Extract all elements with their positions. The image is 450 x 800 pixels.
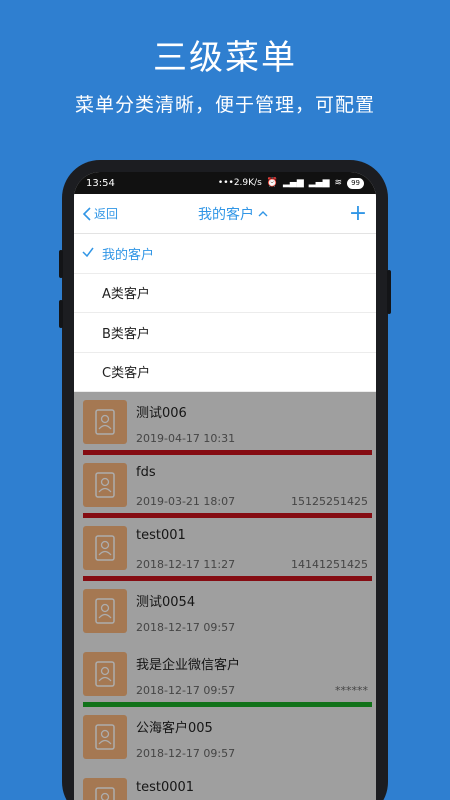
dropdown-item-label: A类客户 bbox=[102, 287, 150, 303]
status-bar: 13:54 •••2.9K/s ⏰ ▂▄▆ ▂▄▆ ≋ 99 bbox=[74, 172, 376, 194]
nav-title: 我的客户 bbox=[198, 206, 254, 223]
dropdown-item-c-customers[interactable]: C类客户 bbox=[74, 353, 376, 392]
category-dropdown: 我的客户 A类客户 B类客户 C类客户 bbox=[74, 234, 376, 392]
dropdown-item-my-customers[interactable]: 我的客户 bbox=[74, 234, 376, 274]
dropdown-item-label: B类客户 bbox=[102, 326, 150, 342]
phone-screen: 13:54 •••2.9K/s ⏰ ▂▄▆ ▂▄▆ ≋ 99 返回 我的客户 +… bbox=[74, 172, 376, 800]
chevron-left-icon bbox=[82, 206, 91, 221]
phone-volume-button bbox=[59, 250, 63, 278]
battery-icon: 99 bbox=[347, 177, 364, 189]
back-button[interactable]: 返回 bbox=[82, 205, 118, 222]
status-time: 13:54 bbox=[86, 177, 115, 189]
signal-icon: ▂▄▆ bbox=[308, 178, 330, 188]
add-button[interactable]: + bbox=[348, 200, 368, 226]
dropdown-item-label: C类客户 bbox=[102, 366, 151, 382]
promo-subtitle: 菜单分类清晰，便于管理，可配置 bbox=[74, 94, 375, 116]
promo-title: 三级菜单 bbox=[153, 38, 297, 78]
customer-category-selector[interactable]: 我的客户 bbox=[198, 204, 268, 224]
check-icon bbox=[82, 247, 94, 258]
back-label: 返回 bbox=[94, 207, 119, 221]
alarm-icon: ⏰ bbox=[266, 178, 278, 188]
chevron-up-icon bbox=[258, 210, 268, 216]
plus-icon: + bbox=[348, 200, 368, 226]
dropdown-item-a-customers[interactable]: A类客户 bbox=[74, 274, 376, 313]
dropdown-item-b-customers[interactable]: B类客户 bbox=[74, 313, 376, 353]
dim-overlay[interactable] bbox=[74, 392, 376, 800]
phone-power-button bbox=[387, 270, 391, 314]
wifi-icon: ≋ bbox=[334, 178, 343, 188]
nav-bar: 返回 我的客户 + bbox=[74, 194, 376, 234]
phone-volume-button bbox=[59, 300, 63, 328]
dropdown-item-label: 我的客户 bbox=[102, 247, 155, 263]
network-speed: •••2.9K/s bbox=[217, 178, 262, 188]
signal-icon: ▂▄▆ bbox=[283, 178, 304, 188]
